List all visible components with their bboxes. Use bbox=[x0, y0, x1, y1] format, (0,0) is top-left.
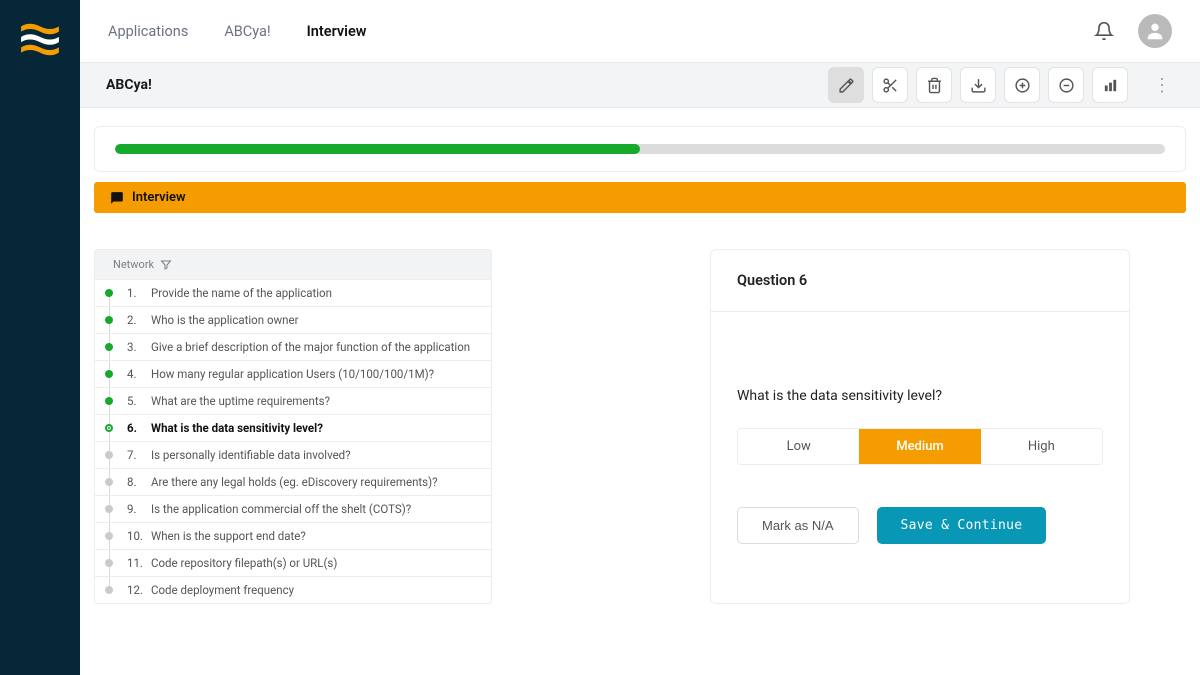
question-text: What is the data sensitivity level? bbox=[737, 388, 1103, 404]
question-number: 1. bbox=[127, 286, 147, 300]
status-dot bbox=[105, 451, 113, 459]
answer-option[interactable]: Medium bbox=[859, 429, 980, 464]
group-label: Network bbox=[113, 258, 154, 271]
more-menu-button[interactable]: ⋮ bbox=[1150, 75, 1174, 96]
question-label: Is personally identifiable data involved… bbox=[151, 448, 351, 462]
answer-option[interactable]: High bbox=[981, 429, 1102, 464]
breadcrumb-item[interactable]: ABCya! bbox=[224, 23, 270, 40]
cut-button[interactable] bbox=[872, 67, 908, 103]
question-list-item[interactable]: 8. Are there any legal holds (eg. eDiscov… bbox=[95, 469, 491, 496]
question-list: Network 1. Provide the name of the applic… bbox=[94, 249, 492, 604]
question-number: 7. bbox=[127, 448, 147, 462]
question-label: Who is the application owner bbox=[151, 313, 298, 327]
chat-icon bbox=[110, 191, 124, 205]
status-dot bbox=[105, 343, 113, 351]
download-button[interactable] bbox=[960, 67, 996, 103]
question-label: When is the support end date? bbox=[151, 529, 306, 543]
titlebar: ABCya! ⋮ bbox=[80, 62, 1200, 108]
question-list-group-header[interactable]: Network bbox=[95, 250, 491, 280]
section-label: Interview bbox=[132, 190, 186, 205]
delete-button[interactable] bbox=[916, 67, 952, 103]
question-number: 6. bbox=[127, 421, 147, 435]
question-list-item[interactable]: 10. When is the support end date? bbox=[95, 523, 491, 550]
answer-option[interactable]: Low bbox=[738, 429, 859, 464]
remove-button[interactable] bbox=[1048, 67, 1084, 103]
question-number: 10. bbox=[127, 529, 147, 543]
question-list-item[interactable]: 3. Give a brief description of the major … bbox=[95, 334, 491, 361]
page-title: ABCya! bbox=[106, 77, 152, 93]
question-list-item[interactable]: 11. Code repository filepath(s) or URL(s) bbox=[95, 550, 491, 577]
status-dot bbox=[105, 505, 113, 513]
question-label: Give a brief description of the major fu… bbox=[151, 340, 470, 354]
question-number: 9. bbox=[127, 502, 147, 516]
status-dot bbox=[105, 397, 113, 405]
question-list-item[interactable]: 6. What is the data sensitivity level? bbox=[95, 415, 491, 442]
question-list-item[interactable]: 9. Is the application commercial off the … bbox=[95, 496, 491, 523]
question-list-item[interactable]: 12. Code deployment frequency bbox=[95, 577, 491, 603]
brand-sidebar bbox=[0, 0, 80, 675]
status-dot bbox=[105, 424, 113, 432]
status-dot bbox=[105, 316, 113, 324]
section-header: Interview bbox=[94, 182, 1186, 213]
question-list-item[interactable]: 1. Provide the name of the application bbox=[95, 280, 491, 307]
question-number: 3. bbox=[127, 340, 147, 354]
status-dot bbox=[105, 478, 113, 486]
question-number: 8. bbox=[127, 475, 147, 489]
question-label: How many regular application Users (10/1… bbox=[151, 367, 434, 381]
edit-button[interactable] bbox=[828, 67, 864, 103]
question-number: 5. bbox=[127, 394, 147, 408]
status-dot bbox=[105, 370, 113, 378]
answer-options: LowMediumHigh bbox=[737, 428, 1103, 465]
status-dot bbox=[105, 586, 113, 594]
progress-bar bbox=[94, 126, 1186, 172]
topbar: Applications ABCya! Interview bbox=[80, 0, 1200, 62]
bell-icon[interactable] bbox=[1094, 21, 1114, 41]
question-list-item[interactable]: 7. Is personally identifiable data involv… bbox=[95, 442, 491, 469]
question-label: What is the data sensitivity level? bbox=[151, 421, 323, 435]
question-label: Code deployment frequency bbox=[151, 583, 294, 597]
question-number: 12. bbox=[127, 583, 147, 597]
question-label: Is the application commercial off the sh… bbox=[151, 502, 411, 516]
question-number: 4. bbox=[127, 367, 147, 381]
brand-logo[interactable] bbox=[19, 18, 61, 60]
question-label: Code repository filepath(s) or URL(s) bbox=[151, 556, 337, 570]
breadcrumb-item[interactable]: Interview bbox=[307, 23, 367, 40]
question-label: Are there any legal holds (eg. eDiscover… bbox=[151, 475, 438, 489]
status-dot bbox=[105, 532, 113, 540]
question-card: Question 6 What is the data sensitivity … bbox=[710, 249, 1130, 604]
question-list-item[interactable]: 4. How many regular application Users (10… bbox=[95, 361, 491, 388]
question-list-item[interactable]: 2. Who is the application owner bbox=[95, 307, 491, 334]
mark-na-button[interactable]: Mark as N/A bbox=[737, 507, 859, 544]
status-dot bbox=[105, 559, 113, 567]
status-dot bbox=[105, 289, 113, 297]
filter-icon bbox=[160, 259, 172, 271]
question-label: What are the uptime requirements? bbox=[151, 394, 330, 408]
question-number: 11. bbox=[127, 556, 147, 570]
question-label: Provide the name of the application bbox=[151, 286, 332, 300]
question-list-item[interactable]: 5. What are the uptime requirements? bbox=[95, 388, 491, 415]
chart-button[interactable] bbox=[1092, 67, 1128, 103]
question-number: 2. bbox=[127, 313, 147, 327]
avatar[interactable] bbox=[1138, 14, 1172, 48]
breadcrumb: Applications ABCya! Interview bbox=[108, 23, 366, 40]
titlebar-actions: ⋮ bbox=[828, 67, 1174, 103]
save-continue-button[interactable]: Save & Continue bbox=[877, 507, 1047, 544]
breadcrumb-item[interactable]: Applications bbox=[108, 23, 188, 40]
person-icon bbox=[1144, 20, 1166, 42]
question-heading: Question 6 bbox=[711, 250, 1129, 312]
add-button[interactable] bbox=[1004, 67, 1040, 103]
